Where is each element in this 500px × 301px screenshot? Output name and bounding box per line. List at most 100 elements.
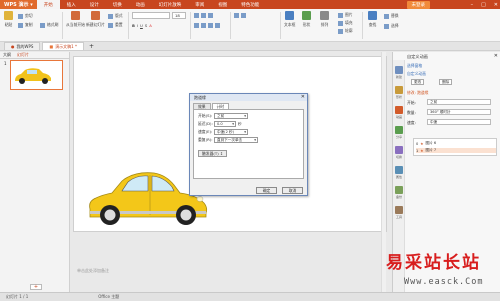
tab-slideshow[interactable]: 幻灯片放映	[152, 0, 189, 9]
align-buttons[interactable]	[194, 23, 220, 28]
replace-icon	[384, 13, 389, 19]
shape-button[interactable]: 形状	[302, 11, 311, 28]
fill-label: 填充	[345, 20, 353, 25]
start-select[interactable]: 之前	[214, 113, 248, 119]
fill-icon	[338, 20, 343, 26]
tab-insert[interactable]: 插入	[60, 0, 83, 9]
slide-number: 1	[4, 61, 7, 66]
find-icon	[368, 11, 377, 20]
notes-area[interactable]: 单击此处添加备注	[73, 266, 383, 286]
modify-label: 修改: 跑道缘	[407, 90, 429, 95]
layout-button[interactable]: 版式	[108, 13, 123, 19]
start-select[interactable]: 之前	[427, 99, 491, 105]
transition-icon[interactable]	[395, 146, 403, 154]
find-button[interactable]: 查找	[368, 11, 377, 28]
ribbon-divider	[362, 12, 363, 39]
list-item-selected[interactable]: 1 ★ 图片 7	[416, 148, 496, 153]
from-current-button[interactable]: 从当前开始	[66, 11, 85, 28]
item-index: 0	[416, 141, 419, 146]
tab-view[interactable]: 视图	[211, 0, 234, 9]
animation-icon[interactable]	[395, 106, 403, 114]
select-pane-link[interactable]: 选择窗格	[407, 63, 422, 69]
watermark-cn: 易采站长站	[386, 253, 481, 273]
section-title: 自定义动画	[407, 71, 426, 76]
outline-icon	[338, 28, 343, 34]
side-label-new: 新建	[395, 75, 402, 79]
speed-select[interactable]: 中速	[427, 119, 491, 125]
tab-transition[interactable]: 切换	[106, 0, 129, 9]
reset-label: 重置	[115, 22, 123, 27]
font-name-combo[interactable]	[132, 12, 170, 19]
repeat-select[interactable]: 直到下一次单击	[214, 137, 258, 143]
speed-select[interactable]: 中速(2 秒)	[214, 129, 248, 135]
select-button[interactable]: 选择	[384, 23, 399, 29]
panel-title: 自定义动画	[407, 54, 428, 59]
tab-design[interactable]: 设计	[83, 0, 106, 9]
tab-outline[interactable]: 大纲	[3, 52, 11, 58]
delay-stepper[interactable]: 0.0	[214, 121, 236, 127]
format-painter-button[interactable]: 格式刷	[40, 22, 58, 28]
arrange-icon	[320, 11, 329, 20]
repeat-label: 重复(R):	[198, 137, 213, 142]
slide-thumbnail[interactable]	[10, 60, 63, 90]
new-slide-button[interactable]: 新建幻灯片	[86, 11, 105, 28]
star-icon: ★	[420, 148, 424, 153]
text-direction-button[interactable]	[234, 13, 246, 18]
cut-button[interactable]: 剪切	[18, 13, 33, 19]
doc-tab-presentation[interactable]: ■ 演示文稿1 *	[42, 42, 85, 50]
speed-row: 速度(E): 中速(2 秒)	[198, 129, 248, 135]
list-item[interactable]: 0 ★ 图片 6	[416, 141, 436, 146]
bullets-button[interactable]	[194, 13, 213, 18]
trigger-button[interactable]: 触发器(T) ↕	[198, 150, 228, 157]
tab-animation[interactable]: 动画	[129, 0, 152, 9]
fill-button[interactable]: 填充	[338, 20, 353, 26]
item-name: 图片 6	[425, 141, 437, 145]
tab-review[interactable]: 审阅	[188, 0, 211, 9]
tab-slides[interactable]: 幻灯片	[17, 52, 29, 58]
change-button[interactable]: 更改	[411, 79, 425, 85]
tab-home[interactable]: 开始	[36, 0, 60, 9]
new-tab-button[interactable]: +	[86, 43, 97, 50]
reset-button[interactable]: 重置	[108, 22, 123, 28]
backup-icon[interactable]	[395, 186, 403, 194]
shape-icon[interactable]	[395, 86, 403, 94]
strikethrough-icon[interactable]: S	[145, 23, 147, 28]
arrange-button[interactable]: 排列	[320, 11, 329, 28]
picture-button[interactable]: 图片	[338, 12, 353, 18]
property-select[interactable]: 360° 顺时针	[427, 109, 491, 115]
add-slide-button[interactable]: +	[30, 284, 42, 290]
font-style-buttons[interactable]: B I U S A	[132, 23, 152, 28]
side-label-shape: 形状	[395, 95, 402, 99]
close-icon[interactable]: ✕	[301, 94, 305, 101]
text-box-button[interactable]: 文本框	[284, 11, 295, 28]
maximize-icon[interactable]: □	[481, 2, 486, 8]
reset-icon	[108, 22, 113, 28]
italic-icon[interactable]: I	[137, 23, 138, 28]
tab-special[interactable]: 特色功能	[234, 0, 266, 9]
properties-icon[interactable]	[395, 166, 403, 174]
bold-icon[interactable]: B	[132, 23, 135, 28]
delete-button[interactable]: 删除	[439, 79, 453, 85]
font-size-combo[interactable]: 18	[172, 12, 186, 19]
paste-button[interactable]: 粘贴	[4, 11, 13, 28]
close-icon[interactable]: ✕	[494, 2, 498, 8]
bullets-icon	[194, 13, 199, 18]
doc-tab-my-wps[interactable]: ● 我的WPS	[4, 42, 41, 50]
copy-button[interactable]: 复制	[18, 22, 33, 28]
minimize-icon[interactable]: –	[471, 2, 474, 8]
start-row: 开始(S): 之前	[198, 113, 248, 119]
ribbon-divider	[190, 12, 191, 39]
ok-button[interactable]: 确定	[256, 187, 277, 194]
app-menu-button[interactable]: WPS 演示 ▾	[0, 0, 37, 9]
tools-icon[interactable]	[395, 206, 403, 214]
side-label-backup: 备份	[395, 195, 402, 199]
font-color-icon[interactable]: A	[149, 23, 152, 28]
share-icon[interactable]	[395, 126, 403, 134]
close-icon[interactable]: ✕	[494, 53, 498, 59]
login-button[interactable]: 未登录	[406, 1, 430, 9]
outline-button[interactable]: 轮廓	[338, 28, 353, 34]
cancel-button[interactable]: 取消	[282, 187, 303, 194]
replace-button[interactable]: 替换	[384, 13, 399, 19]
new-icon[interactable]	[395, 66, 403, 74]
underline-icon[interactable]: U	[140, 23, 143, 28]
